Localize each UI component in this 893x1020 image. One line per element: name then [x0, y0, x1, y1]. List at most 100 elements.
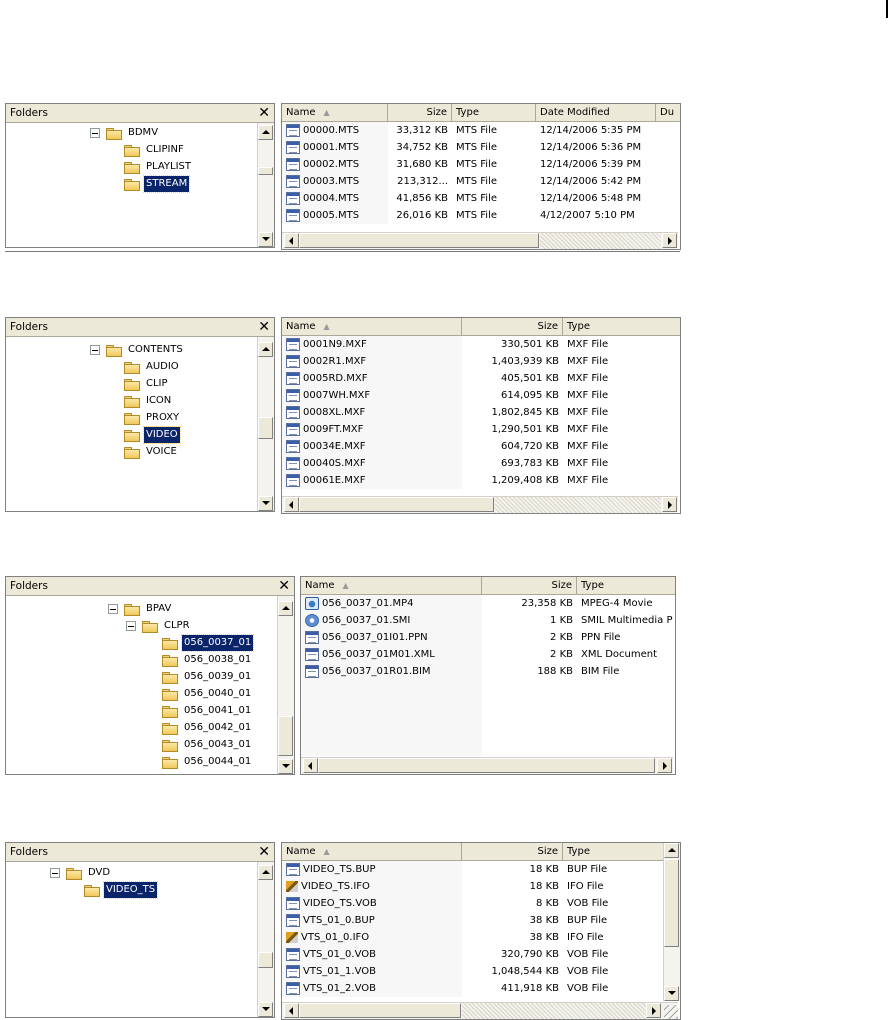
file-row[interactable]: 056_0037_01.SMI 1 KB SMIL Multimedia P: [301, 612, 675, 629]
scroll-track[interactable]: [540, 233, 661, 249]
column-header-size[interactable]: Size: [462, 843, 563, 860]
file-row[interactable]: VTS_01_0.IFO 38 KB IFO File: [282, 929, 664, 946]
column-header-name[interactable]: Name ▲: [301, 577, 482, 594]
scroll-right-button[interactable]: [662, 497, 677, 512]
tree-node-video[interactable]: VIDEO: [124, 426, 181, 444]
files-horizontal-scrollbar[interactable]: [301, 757, 673, 774]
column-header-name[interactable]: Name ▲: [282, 318, 462, 335]
scroll-right-button[interactable]: [646, 1003, 661, 1018]
file-row[interactable]: 00001.MTS 34,752 KB MTS File 12/14/2006 5:3…: [282, 139, 680, 156]
file-row[interactable]: 00061E.MXF 1,209,408 KB MXF File: [282, 472, 680, 489]
scroll-up-button[interactable]: [258, 342, 273, 357]
tree-node-056-0041-01[interactable]: 056_0041_01: [162, 703, 253, 719]
file-row[interactable]: 00034E.MXF 604,720 KB MXF File: [282, 438, 680, 455]
tree-node-stream[interactable]: STREAM: [124, 175, 191, 193]
close-icon[interactable]: ✕: [258, 104, 270, 122]
file-row[interactable]: 00000.MTS 33,312 KB MTS File 12/14/2006 5:3…: [282, 122, 680, 139]
file-row[interactable]: 0009FT.MXF 1,290,501 KB MXF File: [282, 421, 680, 438]
scroll-down-button[interactable]: [258, 232, 273, 247]
file-row[interactable]: 0007WH.MXF 614,095 KB MXF File: [282, 387, 680, 404]
file-row[interactable]: VIDEO_TS.IFO 18 KB IFO File: [282, 878, 664, 895]
scroll-thumb[interactable]: [664, 859, 679, 947]
file-row[interactable]: VIDEO_TS.BUP 18 KB BUP File: [282, 861, 664, 878]
scroll-left-button[interactable]: [303, 758, 318, 773]
file-row[interactable]: 056_0037_01I01.PPN 2 KB PPN File: [301, 629, 675, 646]
tree-node-video-ts[interactable]: VIDEO_TS: [84, 881, 159, 899]
file-row[interactable]: 0005RD.MXF 405,501 KB MXF File: [282, 370, 680, 387]
file-row[interactable]: 00040S.MXF 693,783 KB MXF File: [282, 455, 680, 472]
folders-vertical-scrollbar[interactable]: [277, 596, 294, 774]
file-row[interactable]: 00004.MTS 41,856 KB MTS File 12/14/2006 5:4…: [282, 190, 680, 207]
tree-node-icon[interactable]: ICON: [124, 393, 173, 409]
tree-node-dvd[interactable]: DVD: [50, 865, 112, 881]
tree-node-056-0043-01[interactable]: 056_0043_01: [162, 737, 253, 753]
tree-node-056-0042-01[interactable]: 056_0042_01: [162, 720, 253, 736]
folders-vertical-scrollbar[interactable]: [257, 123, 274, 247]
tree-node-contents[interactable]: CONTENTS: [90, 342, 185, 358]
tree-node-bdmv[interactable]: BDMV: [90, 125, 160, 141]
files-horizontal-scrollbar[interactable]: [282, 232, 678, 249]
tree-node-056-0037-01[interactable]: 056_0037_01: [162, 634, 255, 652]
scroll-right-button[interactable]: [662, 233, 677, 248]
scroll-thumb[interactable]: [299, 233, 539, 248]
file-row[interactable]: 056_0037_01R01.BIM 188 KB BIM File: [301, 663, 675, 680]
tree-node-clpr[interactable]: CLPR: [126, 618, 192, 634]
close-icon[interactable]: ✕: [258, 318, 270, 336]
column-header-type[interactable]: Type: [563, 318, 678, 335]
folders-vertical-scrollbar[interactable]: [257, 862, 274, 1017]
scroll-left-button[interactable]: [284, 1003, 299, 1018]
resize-grip-icon[interactable]: [664, 1005, 678, 1019]
scroll-thumb[interactable]: [299, 497, 494, 512]
tree-node-clipinf[interactable]: CLIPINF: [124, 142, 186, 158]
file-row[interactable]: VTS_01_1.VOB 1,048,544 KB VOB File: [282, 963, 664, 980]
column-header-duration[interactable]: Du: [656, 104, 680, 121]
collapse-icon[interactable]: [108, 604, 118, 614]
tree-node-clip[interactable]: CLIP: [124, 376, 170, 392]
column-header-type[interactable]: Type: [563, 843, 662, 860]
tree-node-bpav[interactable]: BPAV: [108, 601, 173, 617]
column-header-type[interactable]: Type: [577, 577, 673, 594]
scroll-track[interactable]: [495, 497, 661, 513]
tree-node-proxy[interactable]: PROXY: [124, 410, 181, 426]
file-row[interactable]: VTS_01_0.BUP 38 KB BUP File: [282, 912, 664, 929]
tree-node-056-0044-01[interactable]: 056_0044_01: [162, 754, 253, 770]
scroll-down-button[interactable]: [258, 1002, 273, 1017]
file-row[interactable]: 056_0037_01M01.XML 2 KB XML Document: [301, 646, 675, 663]
scroll-right-button[interactable]: [657, 758, 672, 773]
files-horizontal-scrollbar[interactable]: [282, 496, 678, 513]
tree-node-audio[interactable]: AUDIO: [124, 359, 181, 375]
scroll-up-button[interactable]: [278, 601, 293, 616]
files-horizontal-scrollbar[interactable]: [282, 1002, 678, 1019]
file-row[interactable]: 0002R1.MXF 1,403,939 KB MXF File: [282, 353, 680, 370]
collapse-icon[interactable]: [90, 128, 100, 138]
files-vertical-scrollbar[interactable]: [663, 843, 680, 1001]
scroll-track[interactable]: [462, 1003, 647, 1019]
scroll-thumb[interactable]: [318, 758, 655, 773]
column-header-size[interactable]: Size: [388, 104, 452, 121]
scroll-up-button[interactable]: [258, 125, 273, 140]
scroll-thumb[interactable]: [299, 1003, 461, 1018]
file-row[interactable]: 00005.MTS 26,016 KB MTS File 4/12/2007 5:10…: [282, 207, 680, 224]
collapse-icon[interactable]: [90, 345, 100, 355]
file-row[interactable]: VTS_01_2.VOB 411,918 KB VOB File: [282, 980, 664, 997]
scroll-left-button[interactable]: [284, 233, 299, 248]
column-header-type[interactable]: Type: [452, 104, 536, 121]
scroll-thumb[interactable]: [258, 417, 273, 439]
close-icon[interactable]: ✕: [258, 843, 270, 861]
tree-node-056-0038-01[interactable]: 056_0038_01: [162, 652, 253, 668]
scroll-thumb[interactable]: [258, 952, 273, 968]
collapse-icon[interactable]: [126, 621, 136, 631]
scroll-thumb[interactable]: [278, 716, 293, 756]
column-header-name[interactable]: Name ▲: [282, 104, 388, 121]
column-header-size[interactable]: Size: [482, 577, 577, 594]
file-row[interactable]: 00003.MTS 213,312... MTS File 12/14/2006 5:…: [282, 173, 680, 190]
collapse-icon[interactable]: [50, 868, 60, 878]
scroll-left-button[interactable]: [284, 497, 299, 512]
file-row[interactable]: VIDEO_TS.VOB 8 KB VOB File: [282, 895, 664, 912]
file-row[interactable]: 0001N9.MXF 330,501 KB MXF File: [282, 336, 680, 353]
file-row[interactable]: 00002.MTS 31,680 KB MTS File 12/14/2006 5:3…: [282, 156, 680, 173]
column-header-name[interactable]: Name ▲: [282, 843, 462, 860]
tree-node-056-0039-01[interactable]: 056_0039_01: [162, 669, 253, 685]
tree-node-playlist[interactable]: PLAYLIST: [124, 159, 193, 175]
tree-node-056-0040-01[interactable]: 056_0040_01: [162, 686, 253, 702]
